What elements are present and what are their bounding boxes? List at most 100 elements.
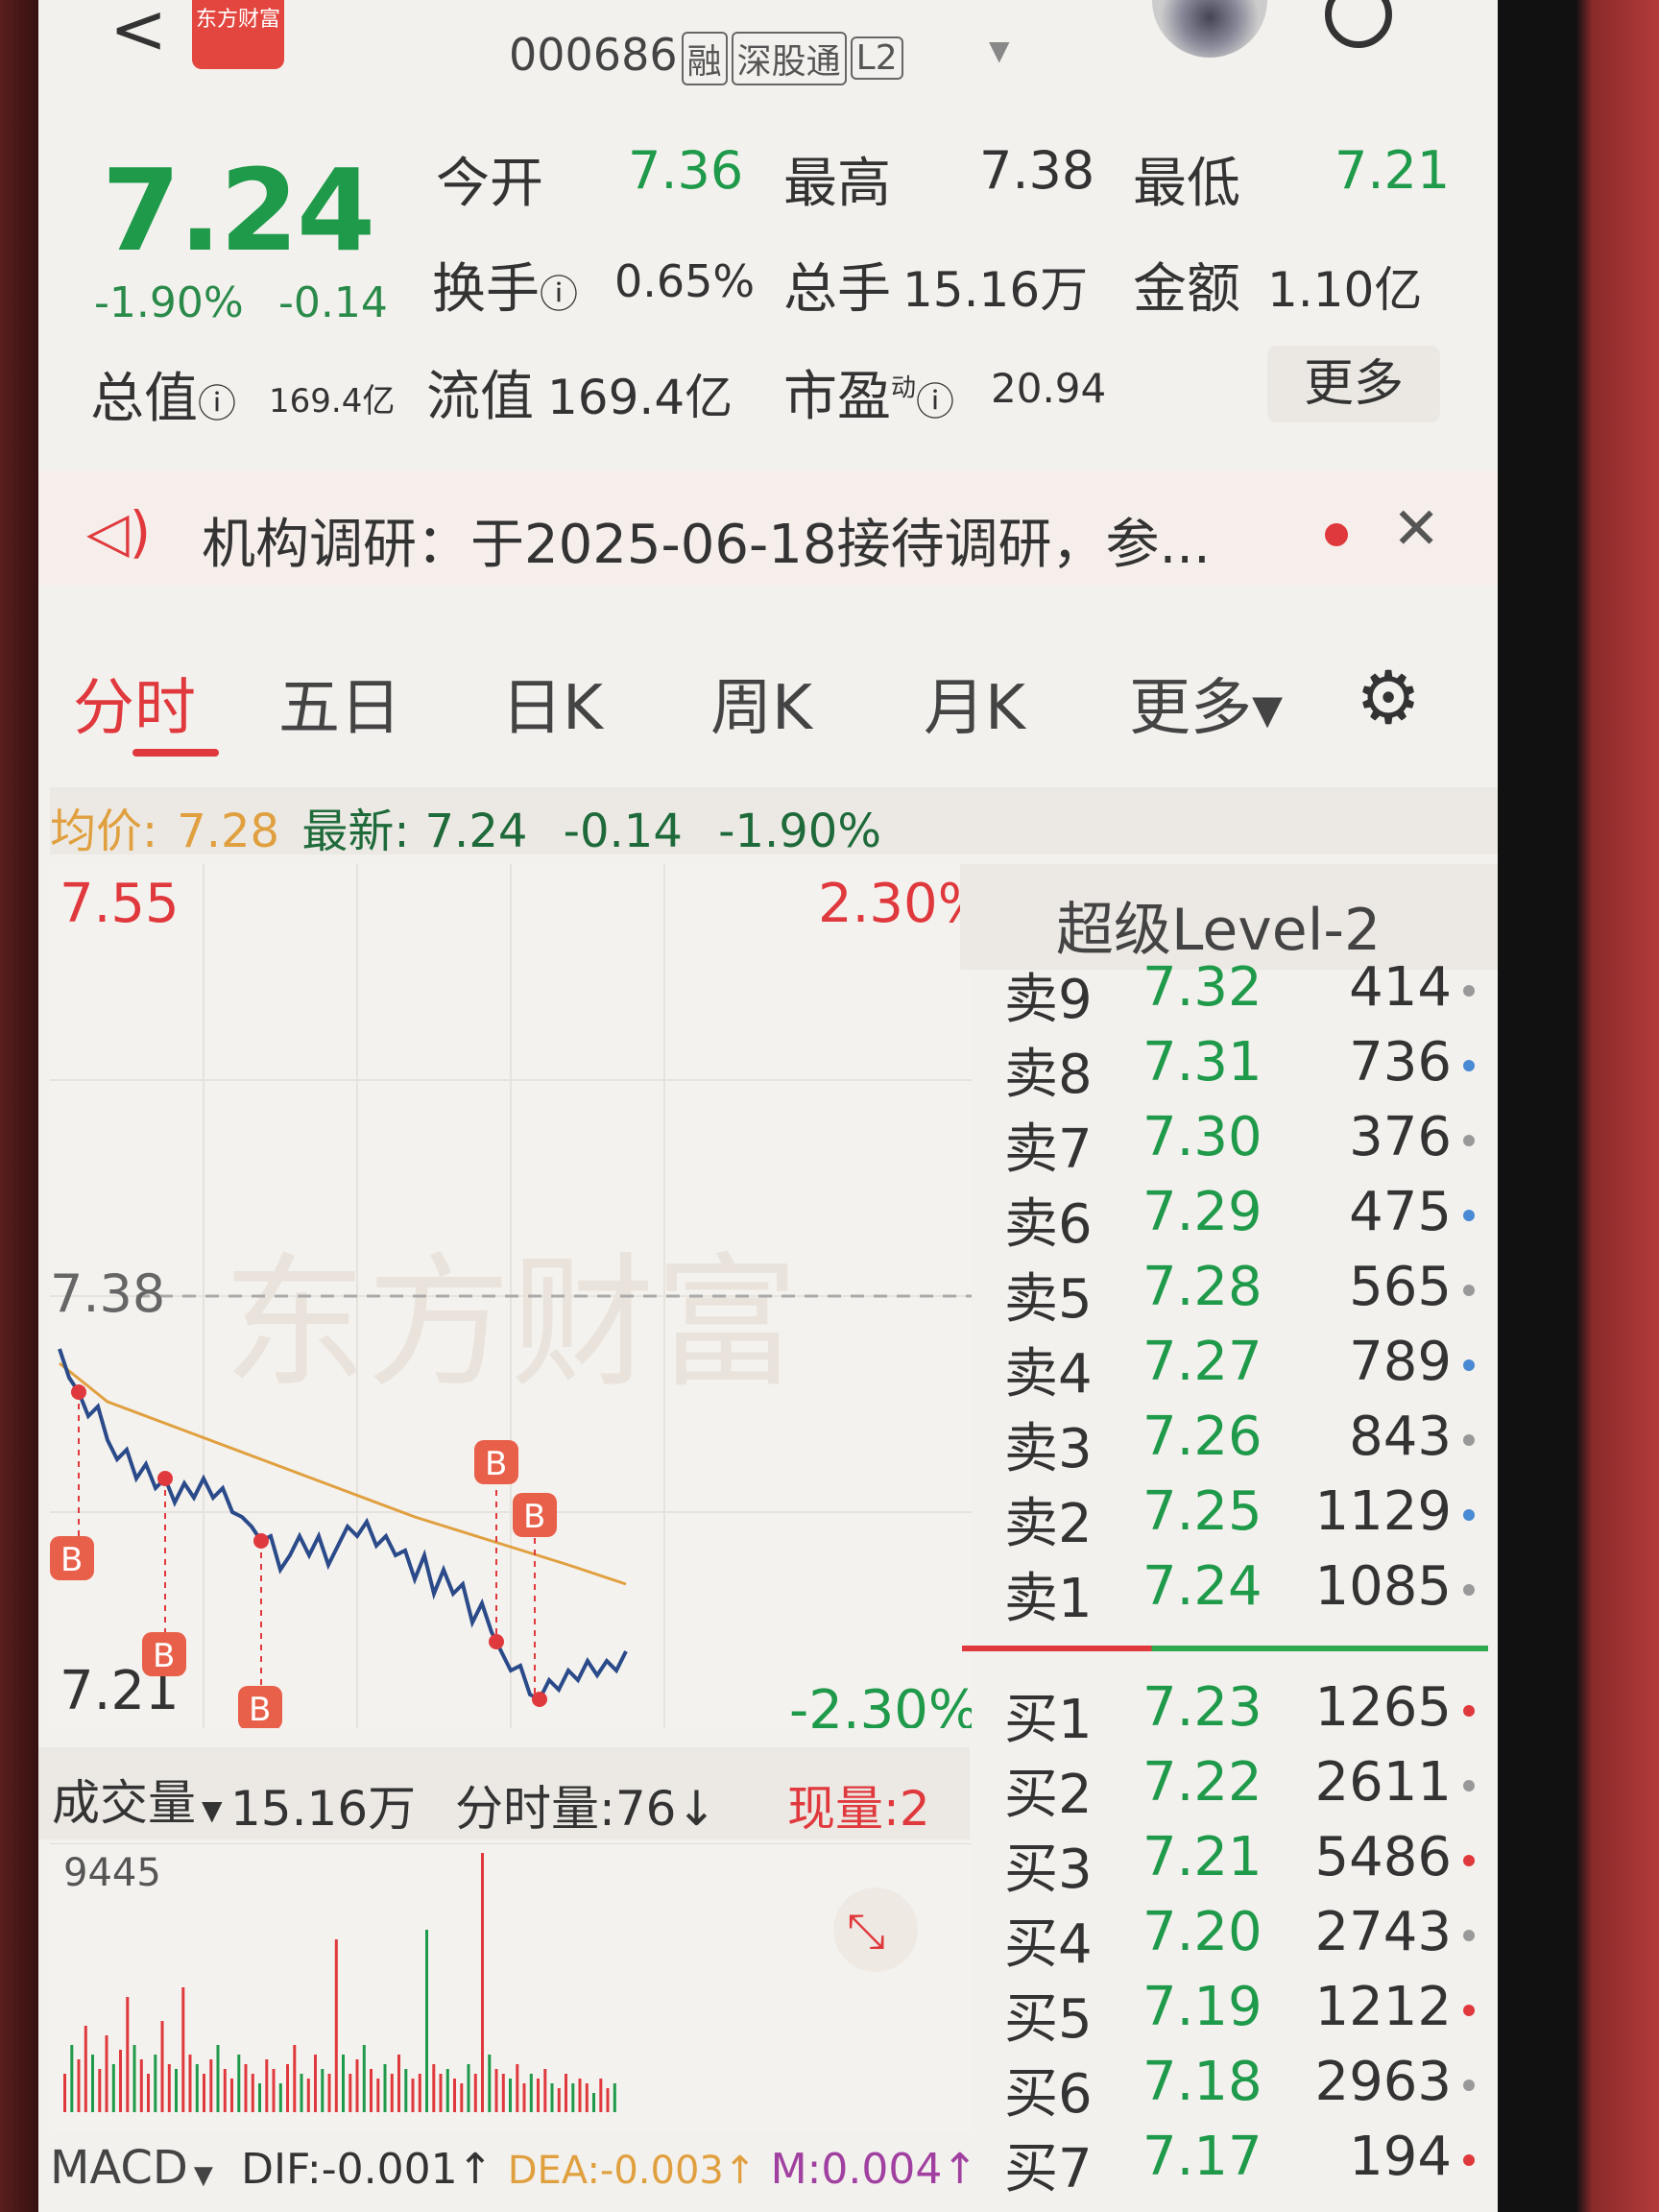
volume-bar <box>473 2074 477 2112</box>
volume-bar <box>370 2069 373 2112</box>
ask-price: 7.30 <box>1142 1106 1262 1168</box>
macd-m: M:0.004↑ <box>770 2145 978 2194</box>
ask-price: 7.29 <box>1142 1181 1262 1243</box>
volume-bar <box>334 1939 338 2112</box>
volume-bar <box>494 2069 498 2112</box>
volume-bar <box>84 2026 87 2112</box>
ask-row[interactable]: 卖4 7.27 789 <box>960 1331 1498 1406</box>
expand-icon[interactable]: ⤡ <box>833 1887 918 1972</box>
more-button[interactable]: 更多 <box>1267 346 1440 422</box>
ask-row[interactable]: 卖8 7.31 736 <box>960 1031 1498 1106</box>
volume-bar <box>557 2088 561 2112</box>
volume-bar <box>181 1987 185 2112</box>
volume-bar <box>126 1997 130 2112</box>
volume-bar <box>119 2050 122 2112</box>
bid-side: 买1 <box>1004 1689 1093 1751</box>
info-circle-icon[interactable]: ⓘ <box>540 273 578 317</box>
open-value: 7.36 <box>628 140 744 201</box>
turnover-value: 0.65% <box>614 255 756 307</box>
volume-bar <box>418 2074 421 2112</box>
buy-marker[interactable]: B <box>523 1498 545 1536</box>
pe-label: 市盈动ⓘ <box>783 366 955 428</box>
volume-bar <box>132 2045 136 2112</box>
volume-bar <box>529 2074 533 2112</box>
volume-bar <box>306 2079 310 2112</box>
bid-price: 7.23 <box>1142 1676 1262 1739</box>
ask-indicator-dot <box>1463 1584 1475 1596</box>
pe-value: 20.94 <box>991 365 1107 412</box>
intraday-chart[interactable]: 东方财富 7.55 2.30% 7.38 7.21 -2.30% B B B B… <box>50 864 972 1728</box>
mktcap-value: 169.4亿 <box>269 382 396 421</box>
volume-bar <box>613 2083 616 2112</box>
tab-weekly-k[interactable]: 周K <box>710 659 812 747</box>
tab-more[interactable]: 更多▾ <box>1129 659 1283 747</box>
ask-qty: 414 <box>1349 956 1452 1019</box>
volume-bar <box>585 2083 589 2112</box>
tab-five-day[interactable]: 五日 <box>278 659 401 747</box>
info-circle-icon[interactable]: ⓘ <box>916 380 954 424</box>
avatar[interactable] <box>1152 0 1267 58</box>
buy-marker[interactable]: B <box>485 1445 507 1483</box>
macd-dif: DIF:-0.001↑ <box>241 2145 493 2194</box>
buy-marker[interactable]: B <box>153 1637 175 1675</box>
ask-indicator-dot <box>1463 985 1475 997</box>
bid-row[interactable]: 买5 7.19 1212 <box>960 1976 1498 2051</box>
volume-bar <box>565 2074 567 2112</box>
ask-side: 卖9 <box>1004 969 1093 1031</box>
volume-bar <box>286 2064 289 2112</box>
volume-bar <box>467 2064 470 2112</box>
volume-bar <box>237 2055 241 2112</box>
tab-intraday[interactable]: 分时 <box>73 659 196 747</box>
ask-price: 7.27 <box>1142 1331 1262 1393</box>
ask-row[interactable]: 卖7 7.30 376 <box>960 1106 1498 1181</box>
ask-row[interactable]: 卖2 7.25 1129 <box>960 1480 1498 1555</box>
bid-row[interactable]: 买4 7.20 2743 <box>960 1901 1498 1976</box>
info-circle-icon[interactable]: ⓘ <box>198 382 236 426</box>
buy-marker[interactable]: B <box>249 1691 271 1728</box>
bid-row[interactable]: 买3 7.21 5486 <box>960 1826 1498 1901</box>
ask-row[interactable]: 卖3 7.26 843 <box>960 1406 1498 1480</box>
ask-row[interactable]: 卖1 7.24 1085 <box>960 1555 1498 1630</box>
search-icon[interactable] <box>1325 0 1392 48</box>
ask-row[interactable]: 卖9 7.32 414 <box>960 956 1498 1031</box>
volume-dropdown[interactable]: 成交量 ▼ <box>52 1765 223 1834</box>
buy-marker[interactable]: B <box>60 1541 83 1579</box>
level2-title[interactable]: 超级Level-2 <box>1056 883 1381 967</box>
bid-indicator-dot <box>1463 2005 1475 2016</box>
tab-monthly-k[interactable]: 月K <box>924 659 1025 747</box>
ask-indicator-dot <box>1463 1509 1475 1521</box>
volume-bar <box>571 2083 575 2112</box>
back-chevron-icon[interactable]: < <box>109 0 167 63</box>
volume-bar <box>592 2093 595 2112</box>
low-value: 7.21 <box>1334 140 1451 201</box>
gear-icon[interactable]: ⚙ <box>1356 655 1421 740</box>
bid-side: 买6 <box>1004 2063 1093 2126</box>
chevron-down-icon[interactable]: ▼ <box>989 35 1010 66</box>
tab-daily-k[interactable]: 日K <box>501 659 603 747</box>
bid-qty: 5486 <box>1314 1826 1452 1888</box>
ask-price: 7.25 <box>1142 1480 1262 1543</box>
amount-value: 1.10亿 <box>1267 262 1423 318</box>
ask-qty: 843 <box>1349 1406 1452 1468</box>
volume-total: 15.16万 <box>230 1781 417 1837</box>
stock-code-header[interactable]: 000686 融深股通 L2 <box>509 29 903 85</box>
float-cap-value: 169.4亿 <box>547 370 733 425</box>
close-icon[interactable]: ✕ <box>1392 495 1440 563</box>
bid-row[interactable]: 买6 7.18 2963 <box>960 2051 1498 2126</box>
volume-bar <box>397 2055 400 2112</box>
volume-bar <box>98 2069 102 2112</box>
bid-row[interactable]: 买1 7.23 1265 <box>960 1676 1498 1751</box>
notice-text[interactable]: 机构调研：于2025-06-18接待调研，参... <box>202 501 1211 579</box>
ask-row[interactable]: 卖5 7.28 565 <box>960 1256 1498 1331</box>
volume-bar <box>425 1930 428 2112</box>
volume-bar <box>251 2074 254 2112</box>
macd-dropdown[interactable]: MACD ▼ <box>50 2141 213 2195</box>
volume-bar <box>314 2055 317 2112</box>
bid-price: 7.22 <box>1142 1751 1262 1814</box>
bid-row[interactable]: 买7 7.17 194 <box>960 2126 1498 2200</box>
ask-row[interactable]: 卖6 7.29 475 <box>960 1181 1498 1256</box>
bid-row[interactable]: 买2 7.22 2611 <box>960 1751 1498 1826</box>
volume-bar <box>216 2045 220 2112</box>
ask-indicator-dot <box>1463 1359 1475 1371</box>
book-divider <box>962 1646 1488 1651</box>
